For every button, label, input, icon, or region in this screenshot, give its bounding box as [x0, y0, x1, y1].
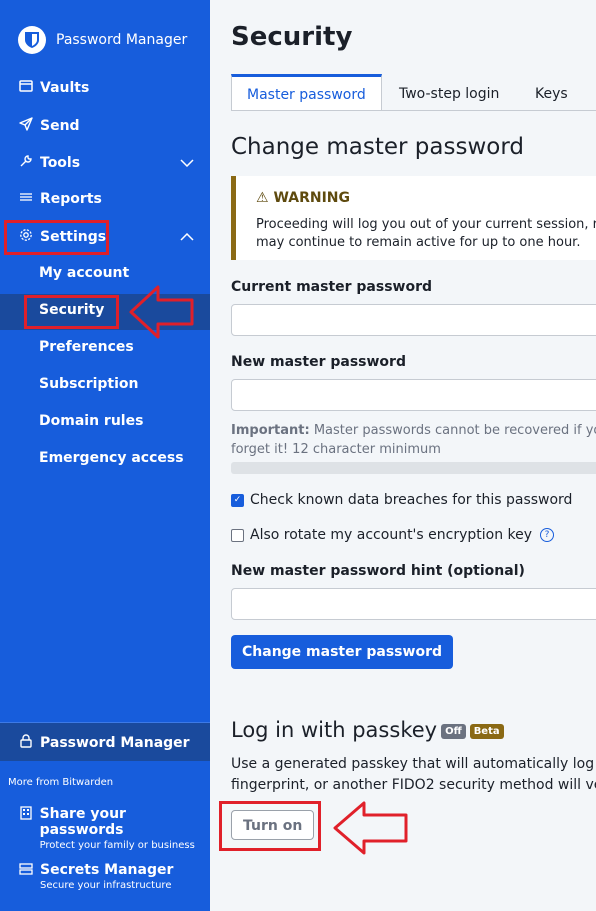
sidebar: Password Manager Vaults Send Tools Repor…	[0, 0, 210, 911]
product-label: Password Manager	[40, 735, 190, 751]
tab-keys[interactable]: Keys	[535, 74, 568, 110]
product-subtitle: Secure your infrastructure	[40, 880, 172, 891]
checkbox-unchecked-icon[interactable]	[231, 528, 244, 542]
highlight-settings	[4, 220, 109, 255]
passkey-title: Log in with passkey	[231, 718, 438, 742]
wrench-icon	[18, 154, 34, 172]
warning-title-text: WARNING	[273, 190, 350, 206]
warning-line: may continue to remain active for up to …	[256, 235, 581, 250]
change-master-password-button[interactable]: Change master password	[231, 635, 453, 669]
password-hint-input[interactable]	[231, 588, 596, 620]
sliders-icon	[18, 191, 34, 207]
sidebar-item-tools[interactable]: Tools	[18, 154, 194, 172]
passkey-line: Use a generated passkey that will automa…	[231, 756, 596, 772]
chevron-up-icon[interactable]	[180, 230, 194, 244]
rotate-key-checkbox[interactable]: Also rotate my account's encryption key …	[231, 527, 555, 543]
vault-icon	[18, 80, 34, 96]
warning-title: ⚠ WARNING	[256, 190, 350, 206]
help-question-icon[interactable]: ?	[540, 528, 555, 542]
page-title: Security	[231, 22, 353, 52]
important-text: Master passwords cannot be recovered if …	[309, 423, 596, 438]
main-content: Security Master password Two-step login …	[210, 0, 596, 911]
warning-line: Proceeding will log you out of your curr…	[256, 217, 596, 232]
highlight-security	[24, 295, 119, 329]
send-icon	[18, 117, 34, 135]
sidebar-item-label: Reports	[40, 191, 102, 207]
sidebar-subitem-domain-rules[interactable]: Domain rules	[39, 413, 143, 429]
current-password-input[interactable]	[231, 304, 596, 336]
sidebar-subitem-emergency-access[interactable]: Emergency access	[39, 450, 184, 466]
more-from-label: More from Bitwarden	[8, 777, 114, 788]
sidebar-item-reports[interactable]: Reports	[18, 191, 102, 207]
beta-badge: Beta	[469, 723, 504, 739]
checkbox-checked-icon[interactable]: ✓	[231, 493, 244, 507]
password-strength-meter	[231, 462, 596, 474]
building-icon	[18, 806, 34, 851]
check-breaches-checkbox[interactable]: ✓ Check known data breaches for this pas…	[231, 492, 572, 508]
sidebar-subitem-subscription[interactable]: Subscription	[39, 376, 139, 392]
section-title: Change master password	[231, 134, 524, 160]
sidebar-subitem-preferences[interactable]: Preferences	[39, 339, 134, 355]
logo-text: Password Manager	[56, 32, 188, 48]
warning-text: Proceeding will log you out of your curr…	[256, 216, 596, 252]
passkey-line: fingerprint, or another FIDO2 security m…	[231, 777, 596, 793]
highlight-turn-on	[219, 801, 321, 851]
tab-master-password[interactable]: Master password	[231, 74, 382, 110]
warning-triangle-icon: ⚠	[256, 190, 269, 206]
left-arrow-icon	[129, 285, 194, 339]
product-switcher-current[interactable]: Password Manager	[0, 723, 210, 761]
logo[interactable]: Password Manager	[18, 26, 187, 54]
product-subtitle: Protect your family or business	[39, 840, 195, 851]
important-label: Important:	[231, 423, 310, 438]
tab-bar: Master password Two-step login Keys	[231, 74, 596, 111]
product-secrets-manager[interactable]: Secrets Manager Secure your infrastructu…	[18, 862, 173, 891]
bitwarden-shield-icon	[18, 26, 46, 54]
sidebar-item-label: Send	[40, 118, 80, 134]
important-note: Important: Master passwords cannot be re…	[231, 421, 596, 459]
passkey-description: Use a generated passkey that will automa…	[231, 754, 596, 796]
sidebar-subitem-my-account[interactable]: My account	[39, 265, 129, 281]
chevron-down-icon[interactable]	[180, 156, 194, 170]
passkey-section-title: Log in with passkey Off Beta	[231, 718, 504, 742]
new-password-label: New master password	[231, 354, 406, 370]
product-share-passwords[interactable]: Share your passwords Protect your family…	[18, 806, 210, 851]
sidebar-item-send[interactable]: Send	[18, 117, 80, 135]
off-badge: Off	[441, 723, 466, 739]
tab-two-step-login[interactable]: Two-step login	[399, 74, 499, 110]
sidebar-item-label: Tools	[40, 155, 81, 171]
current-password-label: Current master password	[231, 279, 433, 295]
checkbox-label: Also rotate my account's encryption key	[250, 527, 533, 543]
checkbox-label: Check known data breaches for this passw…	[250, 492, 573, 508]
important-text: forget it! 12 character minimum	[231, 442, 441, 457]
product-title: Secrets Manager	[40, 862, 174, 878]
new-password-input[interactable]	[231, 379, 596, 411]
warning-callout: ⚠ WARNING Proceeding will log you out of…	[231, 176, 596, 260]
sidebar-item-label: Vaults	[40, 80, 90, 96]
server-icon	[18, 862, 34, 891]
product-title: Share your passwords	[39, 806, 126, 838]
left-arrow-icon	[333, 801, 408, 855]
product-password-manager: Password Manager	[18, 734, 190, 752]
sidebar-item-vaults[interactable]: Vaults	[18, 80, 89, 96]
lock-icon	[18, 734, 34, 752]
hint-label: New master password hint (optional)	[231, 563, 525, 579]
